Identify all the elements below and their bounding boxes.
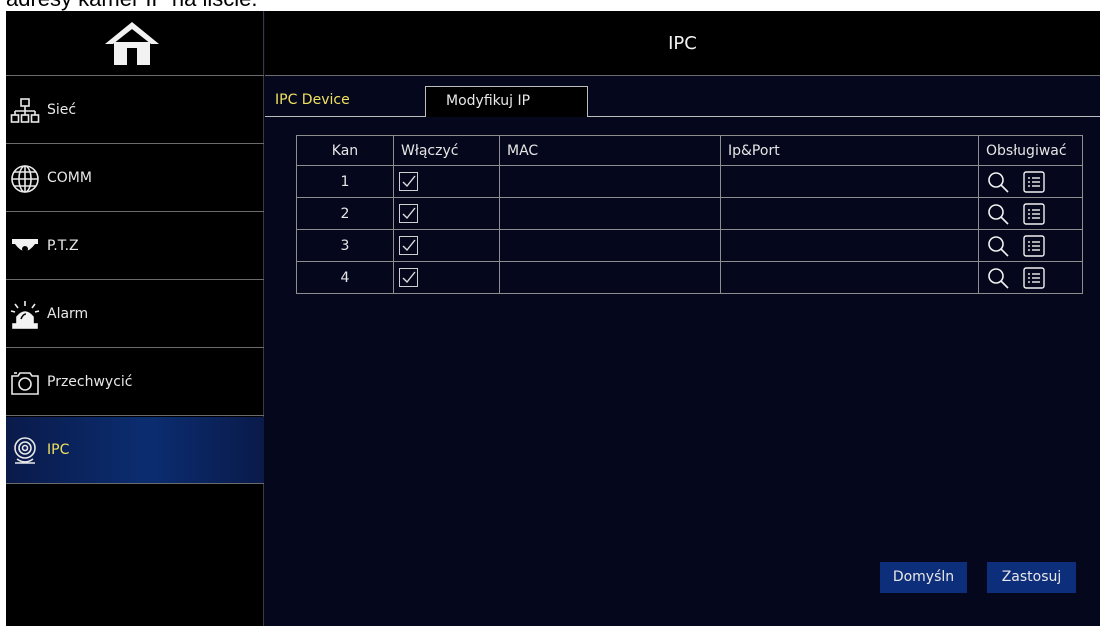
tab-modyfikuj-ip[interactable]: Modyfikuj IP [425,86,588,117]
sidebar-item-przechwycic[interactable]: Przechwycić [6,349,264,416]
channel-number: 3 [296,229,394,262]
mac-cell [499,229,721,262]
ip-port-cell [720,261,979,294]
column-header-ip-port: Ip&Port [720,135,979,166]
channel-number: 2 [296,197,394,230]
ipc-device-table: Kan Włączyć MAC Ip&Port Obsługiwać 1 2 3… [296,135,1083,294]
table-row: 1 [296,165,1083,198]
column-header-kan: Kan [296,135,394,166]
network-icon [10,96,40,126]
column-header-obslugiwac: Obsługiwać [978,135,1083,166]
tab-bar: IPC Device Modyfikuj IP [265,77,1100,117]
ip-port-cell [720,229,979,262]
sidebar-item-label: IPC [47,442,70,458]
channel-number: 4 [296,261,394,294]
table-row: 2 [296,197,1083,230]
tab-divider [265,116,425,117]
page-title: IPC [668,33,697,54]
enable-checkbox[interactable] [399,236,418,255]
list-icon[interactable] [1023,202,1045,225]
dome-camera-icon [10,232,40,262]
page-caption: adresy kamer IP na liście. [6,0,257,11]
mac-cell [499,261,721,294]
list-icon[interactable] [1023,234,1045,257]
enable-checkbox[interactable] [399,172,418,191]
ip-camera-icon [10,436,40,466]
sidebar-item-label: P.T.Z [47,238,79,254]
sidebar-item-comm[interactable]: COMM [6,145,264,212]
list-icon[interactable] [1023,170,1045,193]
default-button[interactable]: Domyśln [880,562,967,593]
table-row: 4 [296,261,1083,294]
sidebar-item-label: Przechwycić [47,374,133,390]
home-icon [105,22,159,65]
operations-cell [978,229,1083,262]
sidebar-item-label: Sieć [47,102,77,118]
dvr-settings-screen: Sieć COMM P.T.Z Alarm Przechwycić IPC IP… [6,11,1100,626]
sidebar-item-label: COMM [47,170,92,186]
home-button[interactable] [6,11,264,76]
enable-checkbox[interactable] [399,204,418,223]
operations-cell [978,165,1083,198]
enable-cell [393,261,500,294]
sidebar-item-label: Alarm [47,306,89,322]
sidebar-item-siec[interactable]: Sieć [6,77,264,144]
list-icon[interactable] [1023,266,1045,289]
mac-cell [499,165,721,198]
mac-cell [499,197,721,230]
tab-divider [588,116,1100,117]
operations-cell [978,197,1083,230]
sidebar: Sieć COMM P.T.Z Alarm Przechwycić IPC [6,11,264,626]
checkmark-icon [402,207,416,220]
apply-button[interactable]: Zastosuj [987,562,1076,593]
checkmark-icon [402,175,416,188]
enable-cell [393,197,500,230]
enable-checkbox[interactable] [399,268,418,287]
camera-icon [10,368,40,398]
checkmark-icon [402,271,416,284]
column-header-wlaczyc: Włączyć [393,135,500,166]
ip-port-cell [720,197,979,230]
column-header-mac: MAC [499,135,721,166]
siren-icon [10,300,40,330]
header: IPC [265,11,1100,76]
operations-cell [978,261,1083,294]
checkmark-icon [402,239,416,252]
tab-ipc-device[interactable]: IPC Device [275,86,425,117]
table-header-row: Kan Włączyć MAC Ip&Port Obsługiwać [296,135,1083,166]
sidebar-item-ipc[interactable]: IPC [6,417,264,484]
enable-cell [393,229,500,262]
enable-cell [393,165,500,198]
search-icon[interactable] [987,171,1009,193]
sidebar-item-ptz[interactable]: P.T.Z [6,213,264,280]
table-row: 3 [296,229,1083,262]
search-icon[interactable] [987,267,1009,289]
ip-port-cell [720,165,979,198]
globe-icon [10,164,40,194]
search-icon[interactable] [987,235,1009,257]
channel-number: 1 [296,165,394,198]
search-icon[interactable] [987,203,1009,225]
sidebar-item-alarm[interactable]: Alarm [6,281,264,348]
